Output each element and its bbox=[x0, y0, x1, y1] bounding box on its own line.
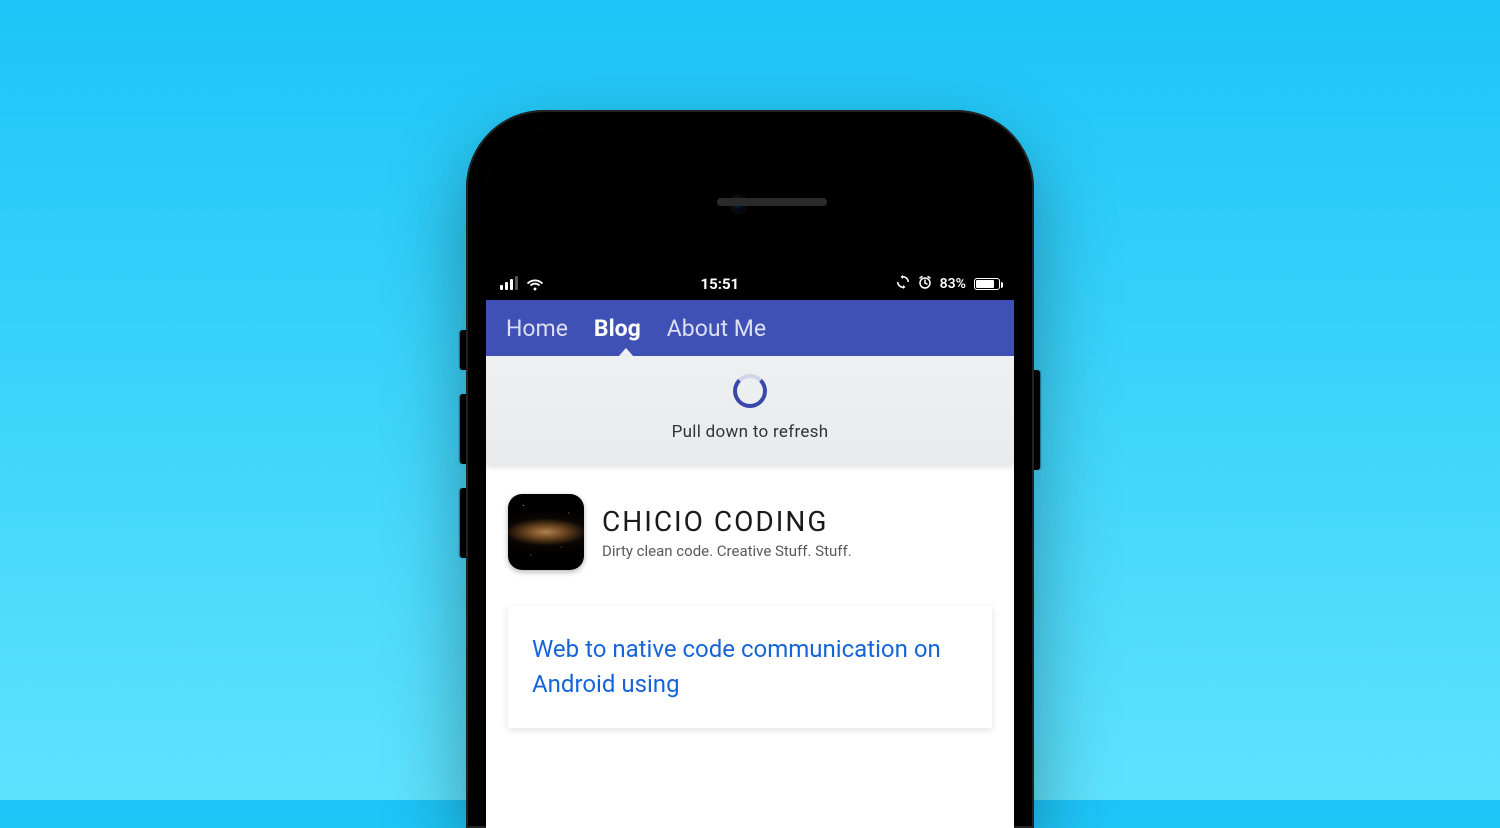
status-bar: 15:51 83% bbox=[486, 268, 1014, 300]
sync-icon bbox=[896, 275, 910, 293]
status-time: 15:51 bbox=[701, 275, 740, 293]
earpiece-speaker bbox=[717, 198, 827, 206]
nav-bar: Home Blog About Me bbox=[486, 300, 1014, 356]
mute-switch bbox=[460, 330, 466, 370]
wifi-icon bbox=[526, 278, 544, 291]
phone-frame: 15:51 83% Home Blog About Me bbox=[466, 110, 1034, 828]
pull-to-refresh-panel[interactable]: Pull down to refresh bbox=[486, 356, 1014, 464]
battery-pct: 83% bbox=[940, 276, 966, 292]
post-title[interactable]: Web to native code communication on Andr… bbox=[532, 632, 968, 702]
blog-logo bbox=[508, 494, 584, 570]
top-hardware bbox=[486, 128, 1014, 268]
nav-blog[interactable]: Blog bbox=[594, 315, 641, 342]
spinner-icon bbox=[733, 374, 767, 408]
post-card[interactable]: Web to native code communication on Andr… bbox=[508, 606, 992, 728]
screen: 15:51 83% Home Blog About Me bbox=[486, 268, 1014, 828]
nav-home[interactable]: Home bbox=[506, 315, 568, 342]
blog-tagline: Dirty clean code. Creative Stuff. Stuff. bbox=[602, 542, 852, 560]
status-left bbox=[500, 278, 544, 291]
refresh-text: Pull down to refresh bbox=[672, 422, 829, 442]
phone-inner: 15:51 83% Home Blog About Me bbox=[486, 128, 1014, 828]
blog-meta: CHICIO CODING Dirty clean code. Creative… bbox=[602, 505, 852, 560]
cellular-signal-icon bbox=[500, 278, 518, 290]
power-button bbox=[1034, 370, 1040, 470]
status-right: 83% bbox=[896, 275, 1000, 293]
blog-title: CHICIO CODING bbox=[602, 505, 852, 538]
side-buttons-right bbox=[1034, 370, 1040, 470]
alarm-icon bbox=[918, 275, 932, 293]
nav-about-me[interactable]: About Me bbox=[667, 315, 766, 342]
blog-header: CHICIO CODING Dirty clean code. Creative… bbox=[508, 494, 992, 570]
battery-icon bbox=[974, 278, 1000, 290]
volume-down bbox=[460, 488, 466, 558]
volume-up bbox=[460, 394, 466, 464]
side-buttons-left bbox=[460, 330, 466, 582]
content-area[interactable]: CHICIO CODING Dirty clean code. Creative… bbox=[486, 464, 1014, 728]
